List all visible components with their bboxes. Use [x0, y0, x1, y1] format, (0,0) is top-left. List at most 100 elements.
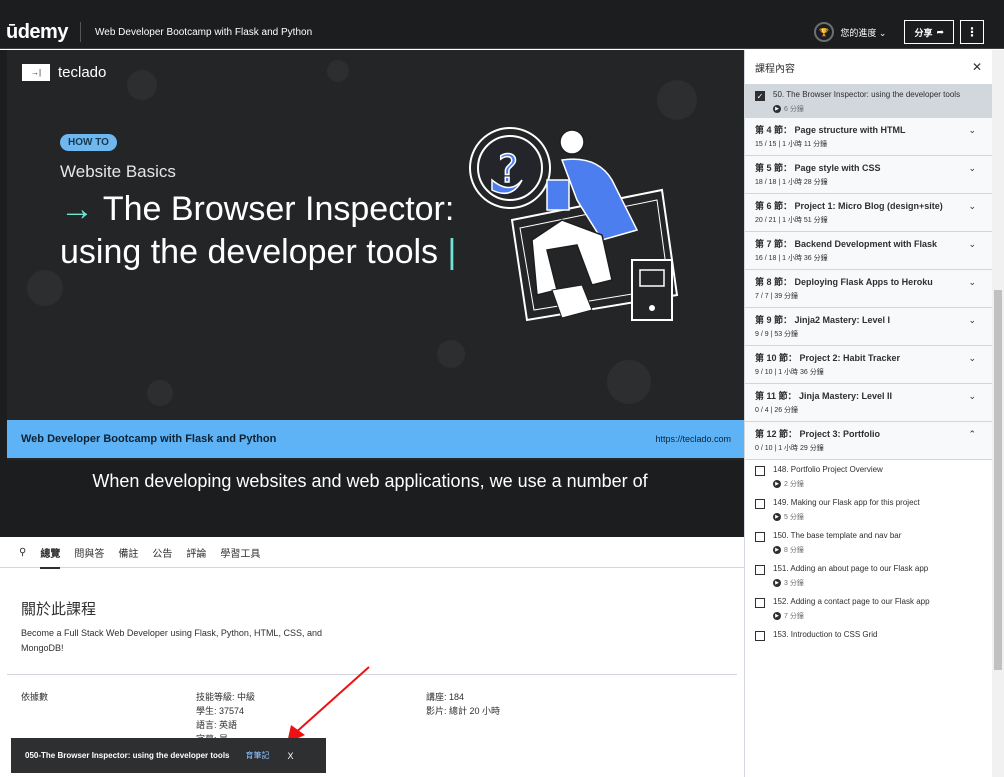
- play-icon: ▶: [773, 612, 781, 620]
- section-header[interactable]: 第 11 節： Jinja Mastery: Level II 0 / 4 | …: [745, 384, 992, 422]
- udemy-logo[interactable]: ūdemy: [6, 21, 68, 44]
- section-header[interactable]: 第 12 節： Project 3: Portfolio 0 / 10 | 1 …: [745, 422, 992, 460]
- play-icon: ▶: [773, 480, 781, 488]
- section-header[interactable]: 第 8 節： Deploying Flask Apps to Heroku 7 …: [745, 270, 992, 308]
- teclado-mark: →|: [22, 64, 50, 81]
- course-title[interactable]: Web Developer Bootcamp with Flask and Py…: [95, 27, 312, 38]
- slide-title-text: The Browser Inspector: using the develop…: [60, 190, 455, 271]
- lesson-checkbox[interactable]: [755, 631, 765, 641]
- lesson-title: 153. Introduction to CSS Grid: [773, 630, 878, 639]
- tab-overview[interactable]: 總覽: [40, 545, 61, 569]
- decor-dot: [657, 80, 697, 120]
- section-header[interactable]: 第 10 節： Project 2: Habit Tracker 9 / 10 …: [745, 346, 992, 384]
- about-title: 關於此課程: [21, 601, 97, 618]
- toast-lecture-title: 050-The Browser Inspector: using the dev…: [25, 751, 230, 760]
- toast-close-button[interactable]: X: [288, 751, 294, 761]
- lesson-item[interactable]: 150. The base template and nav bar ▶ 8 分鐘: [745, 526, 992, 559]
- lesson-duration: ▶ 5 分鐘: [773, 512, 920, 522]
- header-actions: 🏆 您的進度 ⌄ 分享 ➦ ⋮: [814, 20, 1004, 44]
- lesson-checkbox[interactable]: ✓: [755, 91, 765, 101]
- slide-footer-url: https://teclado.com: [655, 434, 731, 444]
- tab-reviews[interactable]: 評論: [186, 545, 206, 560]
- chevron-up-icon: ⌃: [968, 429, 976, 439]
- svg-text:?: ?: [498, 147, 518, 191]
- chevron-down-icon: ⌄: [968, 315, 976, 325]
- decor-dot: [327, 60, 349, 82]
- lesson-item[interactable]: 151. Adding an about page to our Flask a…: [745, 559, 992, 592]
- play-icon: ▶: [773, 513, 781, 521]
- lesson-checkbox[interactable]: [755, 598, 765, 608]
- tab-notes[interactable]: 備註: [118, 545, 138, 560]
- section-header[interactable]: 第 6 節： Project 1: Micro Blog (design+sit…: [745, 194, 992, 232]
- section-header[interactable]: 第 9 節： Jinja2 Mastery: Level I 9 / 9 | 5…: [745, 308, 992, 346]
- teclado-wordmark: teclado: [58, 64, 107, 81]
- section-meta: 15 / 15 | 1 小時 11 分鐘: [755, 141, 828, 148]
- search-icon[interactable]: ⚲: [19, 547, 26, 558]
- section-header[interactable]: 第 7 節： Backend Development with Flask 16…: [745, 232, 992, 270]
- stat-skill-level: 技能等級: 中級: [196, 692, 256, 702]
- decor-dot: [147, 380, 173, 406]
- close-icon[interactable]: ✕: [972, 60, 982, 74]
- decor-dot: [127, 70, 157, 100]
- tab-announcements[interactable]: 公告: [152, 545, 172, 560]
- chevron-down-icon: ⌄: [968, 391, 976, 401]
- section-meta: 0 / 10 | 1 小時 29 分鐘: [755, 445, 824, 452]
- scrollbar-thumb[interactable]: [994, 290, 1002, 670]
- lesson-item[interactable]: 148. Portfolio Project Overview ▶ 2 分鐘: [745, 460, 992, 493]
- progress-label: 您的進度: [840, 27, 877, 38]
- lesson-duration-text: 6 分鐘: [784, 106, 804, 113]
- section-title: 第 12 節： Project 3: Portfolio: [755, 429, 881, 439]
- sidebar-header: 課程內容 ✕: [745, 50, 992, 85]
- lesson-title: 151. Adding an about page to our Flask a…: [773, 564, 929, 573]
- tab-qa[interactable]: 問與答: [74, 545, 104, 560]
- stat-video: 影片: 總計 20 小時: [426, 706, 501, 716]
- section-title: 第 6 節： Project 1: Micro Blog (design+sit…: [755, 201, 943, 211]
- slide-subtitle: Website Basics: [60, 162, 176, 181]
- tab-learning-tools[interactable]: 學習工具: [220, 545, 260, 560]
- lesson-item[interactable]: 152. Adding a contact page to our Flask …: [745, 592, 992, 625]
- chevron-down-icon: ⌄: [968, 277, 976, 287]
- toast-add-note-link[interactable]: 育筆記: [246, 750, 270, 761]
- share-button[interactable]: 分享 ➦: [904, 20, 954, 44]
- lesson-item[interactable]: 153. Introduction to CSS Grid: [745, 625, 992, 645]
- section-meta: 9 / 10 | 1 小時 36 分鐘: [755, 369, 824, 376]
- stat-language: 語言: 英語: [196, 720, 238, 730]
- course-content-sidebar: 課程內容 ✕ ✓ 50. The Browser Inspector: usin…: [744, 50, 992, 777]
- sidebar-scrollbar[interactable]: [992, 50, 1004, 777]
- section-header[interactable]: 第 5 節： Page style with CSS 18 / 18 | 1 小…: [745, 156, 992, 194]
- lesson-duration-text: 5 分鐘: [784, 514, 804, 521]
- video-player[interactable]: →| teclado HOW TO Website Basics → The B…: [0, 50, 744, 537]
- share-label: 分享: [914, 27, 933, 38]
- lesson-duration-text: 3 分鐘: [784, 580, 804, 587]
- video-slide: →| teclado HOW TO Website Basics → The B…: [7, 50, 744, 460]
- course-tabs: ⚲ 總覽 問與答 備註 公告 評論 學習工具: [0, 537, 744, 569]
- developer-illustration: ?: [469, 127, 679, 322]
- play-icon: ▶: [773, 105, 781, 113]
- trophy-icon[interactable]: 🏆: [814, 22, 835, 42]
- progress-dropdown[interactable]: 您的進度 ⌄: [840, 26, 886, 39]
- lesson-duration: ▶ 8 分鐘: [773, 545, 901, 555]
- text-cursor: |: [447, 233, 457, 271]
- lesson-checkbox[interactable]: [755, 466, 765, 476]
- teclado-logo: →| teclado: [22, 64, 106, 81]
- section-header[interactable]: 第 4 節： Page structure with HTML 15 / 15 …: [745, 118, 992, 156]
- lesson-item[interactable]: 149. Making our Flask app for this proje…: [745, 493, 992, 526]
- lesson-checkbox[interactable]: [755, 499, 765, 509]
- section-meta: 0 / 4 | 26 分鐘: [755, 407, 799, 414]
- how-to-badge: HOW TO: [60, 134, 117, 151]
- video-caption: When developing websites and web applica…: [92, 471, 648, 491]
- section-title: 第 5 節： Page style with CSS: [755, 163, 881, 173]
- section-title: 第 7 節： Backend Development with Flask: [755, 239, 938, 249]
- lesson-checkbox[interactable]: [755, 532, 765, 542]
- section-title: 第 10 節： Project 2: Habit Tracker: [755, 353, 901, 363]
- chevron-down-icon: ⌄: [968, 239, 976, 249]
- stats-label: 依據數: [21, 692, 49, 702]
- lesson-duration-text: 2 分鐘: [784, 481, 804, 488]
- lesson-checkbox[interactable]: [755, 565, 765, 575]
- chevron-down-icon: ⌄: [878, 27, 887, 38]
- stat-lectures: 講座: 184: [426, 692, 465, 702]
- slide-footer-course: Web Developer Bootcamp with Flask and Py…: [21, 433, 277, 445]
- more-options-button[interactable]: ⋮: [960, 20, 984, 44]
- current-lesson[interactable]: ✓ 50. The Browser Inspector: using the d…: [745, 85, 992, 118]
- slide-footer-bar: Web Developer Bootcamp with Flask and Py…: [7, 420, 744, 458]
